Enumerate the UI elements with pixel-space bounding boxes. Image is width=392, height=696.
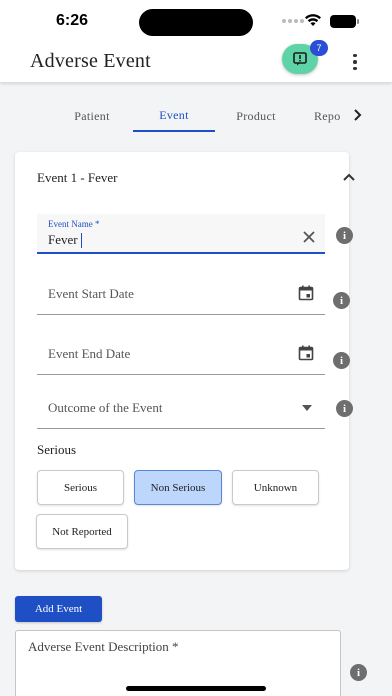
event-card: Event 1 - Fever Event Name * Fever i Eve… (15, 152, 355, 570)
calendar-icon[interactable] (298, 285, 314, 301)
page-title: Adverse Event (30, 50, 151, 72)
event-card-title: Event 1 - Fever (37, 170, 118, 185)
serious-label: Serious (37, 442, 76, 457)
dynamic-island (139, 9, 253, 36)
more-options-icon[interactable] (346, 50, 364, 74)
battery-icon (330, 15, 359, 28)
event-name-field[interactable]: Event Name * Fever (37, 214, 325, 254)
clear-icon[interactable] (303, 231, 315, 243)
status-bar: 6:26 (0, 0, 392, 44)
status-time: 6:26 (56, 12, 89, 29)
event-start-date-field[interactable]: Event Start Date (37, 273, 325, 315)
wifi-icon (305, 14, 321, 26)
event-name-value: Fever (48, 232, 78, 247)
notification-badge: 7 (310, 40, 328, 56)
info-icon[interactable]: i (333, 352, 350, 369)
app-bar: Adverse Event 7 (0, 40, 392, 82)
event-end-date-placeholder: Event End Date (48, 346, 131, 361)
serious-option-serious[interactable]: Serious (37, 470, 124, 505)
event-start-date-placeholder: Event Start Date (48, 286, 134, 301)
text-cursor (81, 233, 82, 248)
info-icon[interactable]: i (333, 292, 350, 309)
tab-product[interactable]: Product (216, 100, 296, 132)
serious-option-not-reported[interactable]: Not Reported (36, 514, 128, 549)
event-name-label: Event Name * (48, 219, 100, 229)
tab-reporter[interactable]: Repo (300, 100, 350, 132)
dropdown-arrow-icon[interactable] (302, 405, 312, 411)
serious-option-unknown[interactable]: Unknown (232, 470, 319, 505)
calendar-icon[interactable] (298, 345, 314, 361)
tab-patient[interactable]: Patient (52, 100, 132, 132)
tab-bar: Patient Event Product Repo (0, 100, 392, 134)
info-icon[interactable]: i (350, 664, 367, 681)
outcome-placeholder: Outcome of the Event (48, 400, 163, 415)
content-area: Patient Event Product Repo Event 1 - Fev… (0, 82, 392, 696)
signal-icon (282, 19, 304, 23)
info-icon[interactable]: i (336, 227, 353, 244)
serious-option-non-serious[interactable]: Non Serious (134, 470, 222, 505)
alert-box-icon (293, 52, 307, 66)
add-event-button[interactable]: Add Event (15, 596, 102, 622)
info-icon[interactable]: i (336, 400, 353, 417)
outcome-select[interactable]: Outcome of the Event (37, 387, 325, 429)
chevron-right-icon[interactable] (352, 108, 364, 122)
tab-event[interactable]: Event (133, 100, 215, 132)
home-indicator[interactable] (126, 686, 266, 691)
chevron-up-icon[interactable] (342, 172, 356, 182)
event-end-date-field[interactable]: Event End Date (37, 333, 325, 375)
description-label: Adverse Event Description * (28, 639, 179, 654)
